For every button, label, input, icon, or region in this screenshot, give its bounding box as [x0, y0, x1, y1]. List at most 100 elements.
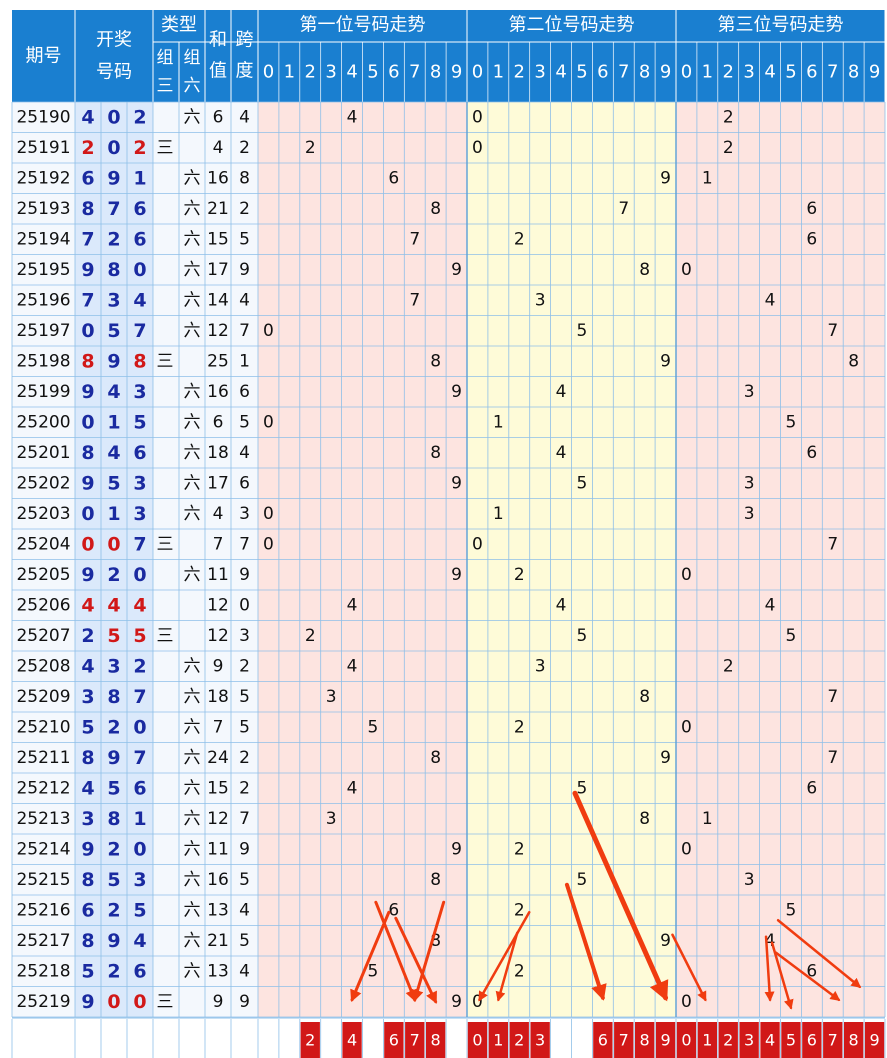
trend-cell-pos2: 2 — [514, 717, 525, 737]
row-draw-digit: 3 — [133, 472, 146, 494]
trend-cell-pos1: 0 — [263, 534, 274, 554]
row-draw-digit: 6 — [81, 899, 94, 921]
row-type-zu6: 六 — [184, 107, 201, 127]
row-draw-digit: 9 — [107, 167, 120, 189]
header-pos2-digit-2: 2 — [514, 62, 525, 83]
trend-cell-pos2: 0 — [472, 138, 483, 158]
trend-cell-pos3: 4 — [765, 595, 776, 615]
row-sum: 24 — [207, 748, 229, 768]
trend-cell-pos1: 5 — [368, 961, 379, 981]
header-pos1-digit-9: 9 — [451, 62, 462, 83]
row-sum: 16 — [207, 168, 229, 188]
row-draw-digit: 8 — [133, 350, 146, 372]
row-draw-digit: 9 — [81, 564, 94, 586]
trend-cell-pos2: 1 — [493, 412, 504, 432]
row-span: 2 — [239, 748, 250, 768]
row-span: 4 — [239, 443, 250, 463]
row-period: 25192 — [16, 168, 70, 188]
trend-cell-pos3: 3 — [744, 870, 755, 890]
trend-cell-pos1: 0 — [263, 321, 274, 341]
row-type-zu6: 六 — [184, 168, 201, 188]
row-draw-digit: 8 — [81, 747, 94, 769]
row-draw-digit: 0 — [133, 991, 146, 1013]
row-sum: 13 — [207, 961, 229, 981]
row-draw-digit: 4 — [81, 594, 94, 616]
trend-cell-pos3: 6 — [806, 443, 817, 463]
trend-cell-pos2: 3 — [535, 290, 546, 310]
trend-cell-pos3: 2 — [723, 107, 734, 127]
row-period: 25203 — [16, 504, 70, 524]
trend-cell-pos3: 0 — [681, 839, 692, 859]
row-draw-digit: 2 — [133, 655, 146, 677]
row-type-zu6: 六 — [184, 839, 201, 859]
trend-cell-pos1: 2 — [305, 626, 316, 646]
row-draw-digit: 8 — [81, 198, 94, 220]
row-period: 25215 — [16, 870, 70, 890]
row-span: 5 — [239, 229, 250, 249]
header-pos2-digit-3: 3 — [534, 62, 545, 83]
trend-cell-pos3: 2 — [723, 138, 734, 158]
row-type-zu3: 三 — [157, 992, 174, 1012]
header-pos1-digit-2: 2 — [305, 62, 316, 83]
row-type-zu6: 六 — [184, 382, 201, 402]
row-draw-digit: 5 — [133, 411, 146, 433]
trend-cell-pos1: 0 — [263, 504, 274, 524]
row-draw-digit: 2 — [107, 716, 120, 738]
row-type-zu6: 六 — [184, 870, 201, 890]
trend-cell-pos1: 9 — [451, 382, 462, 402]
trend-cell-pos1: 6 — [388, 900, 399, 920]
row-draw-digit: 0 — [107, 533, 120, 555]
prediction-digit-pos3: 7 — [828, 1031, 838, 1050]
trend-cell-pos1: 9 — [451, 260, 462, 280]
row-span: 3 — [239, 626, 250, 646]
row-period: 25200 — [16, 412, 70, 432]
row-type-zu6: 六 — [184, 260, 201, 280]
header-pos1-digit-8: 8 — [430, 62, 441, 83]
row-draw-digit: 7 — [133, 686, 146, 708]
trend-cell-pos1: 9 — [451, 839, 462, 859]
row-draw-digit: 3 — [81, 686, 94, 708]
row-sum: 7 — [213, 717, 224, 737]
row-draw-digit: 2 — [107, 564, 120, 586]
trend-cell-pos1: 7 — [409, 229, 420, 249]
trend-cell-pos3: 6 — [806, 778, 817, 798]
trend-cell-pos3: 5 — [786, 626, 797, 646]
prediction-digit-pos2: 6 — [598, 1031, 608, 1050]
row-draw-digit: 9 — [107, 747, 120, 769]
header-pos3-title: 第三位号码走势 — [718, 15, 844, 36]
row-period: 25204 — [16, 534, 70, 554]
row-span: 2 — [239, 199, 250, 219]
row-draw-digit: 5 — [133, 899, 146, 921]
row-draw-digit: 2 — [133, 137, 146, 159]
trend-cell-pos3: 3 — [744, 504, 755, 524]
row-span: 5 — [239, 412, 250, 432]
row-draw-digit: 9 — [81, 472, 94, 494]
prediction-digit-pos2: 0 — [472, 1031, 482, 1050]
row-draw-digit: 1 — [133, 167, 146, 189]
trend-cell-pos3: 5 — [786, 412, 797, 432]
prediction-digit-pos3: 2 — [723, 1031, 733, 1050]
trend-table-svg: 期号开奖号码类型组三组六和值跨度第一位号码走势0 1 2 3 4 5 6 7 8 9第二位号码走势… — [0, 0, 887, 1058]
row-period: 25205 — [16, 565, 70, 585]
row-span: 5 — [239, 870, 250, 890]
row-period: 25210 — [16, 717, 70, 737]
row-draw-digit: 3 — [133, 381, 146, 403]
row-draw-digit: 3 — [133, 503, 146, 525]
row-span: 9 — [239, 992, 250, 1012]
prediction-digit-pos3: 0 — [681, 1031, 691, 1050]
row-draw-digit: 5 — [81, 960, 94, 982]
row-draw-digit: 4 — [107, 381, 120, 403]
trend-cell-pos2: 2 — [514, 839, 525, 859]
row-span: 1 — [239, 351, 250, 371]
header-pos3-digit-2: 2 — [723, 62, 734, 83]
header-pos3-digit-0: 0 — [681, 62, 692, 83]
prediction-digit-pos3: 1 — [702, 1031, 712, 1050]
header-pos3-digit-7: 7 — [827, 62, 838, 83]
row-sum: 11 — [207, 839, 229, 859]
trend-cell-pos1: 3 — [326, 809, 337, 829]
row-draw-digit: 7 — [107, 198, 120, 220]
row-period: 25202 — [16, 473, 70, 493]
prediction-digit-pos3: 4 — [765, 1031, 775, 1050]
row-draw-digit: 7 — [133, 320, 146, 342]
row-draw-digit: 0 — [133, 259, 146, 281]
